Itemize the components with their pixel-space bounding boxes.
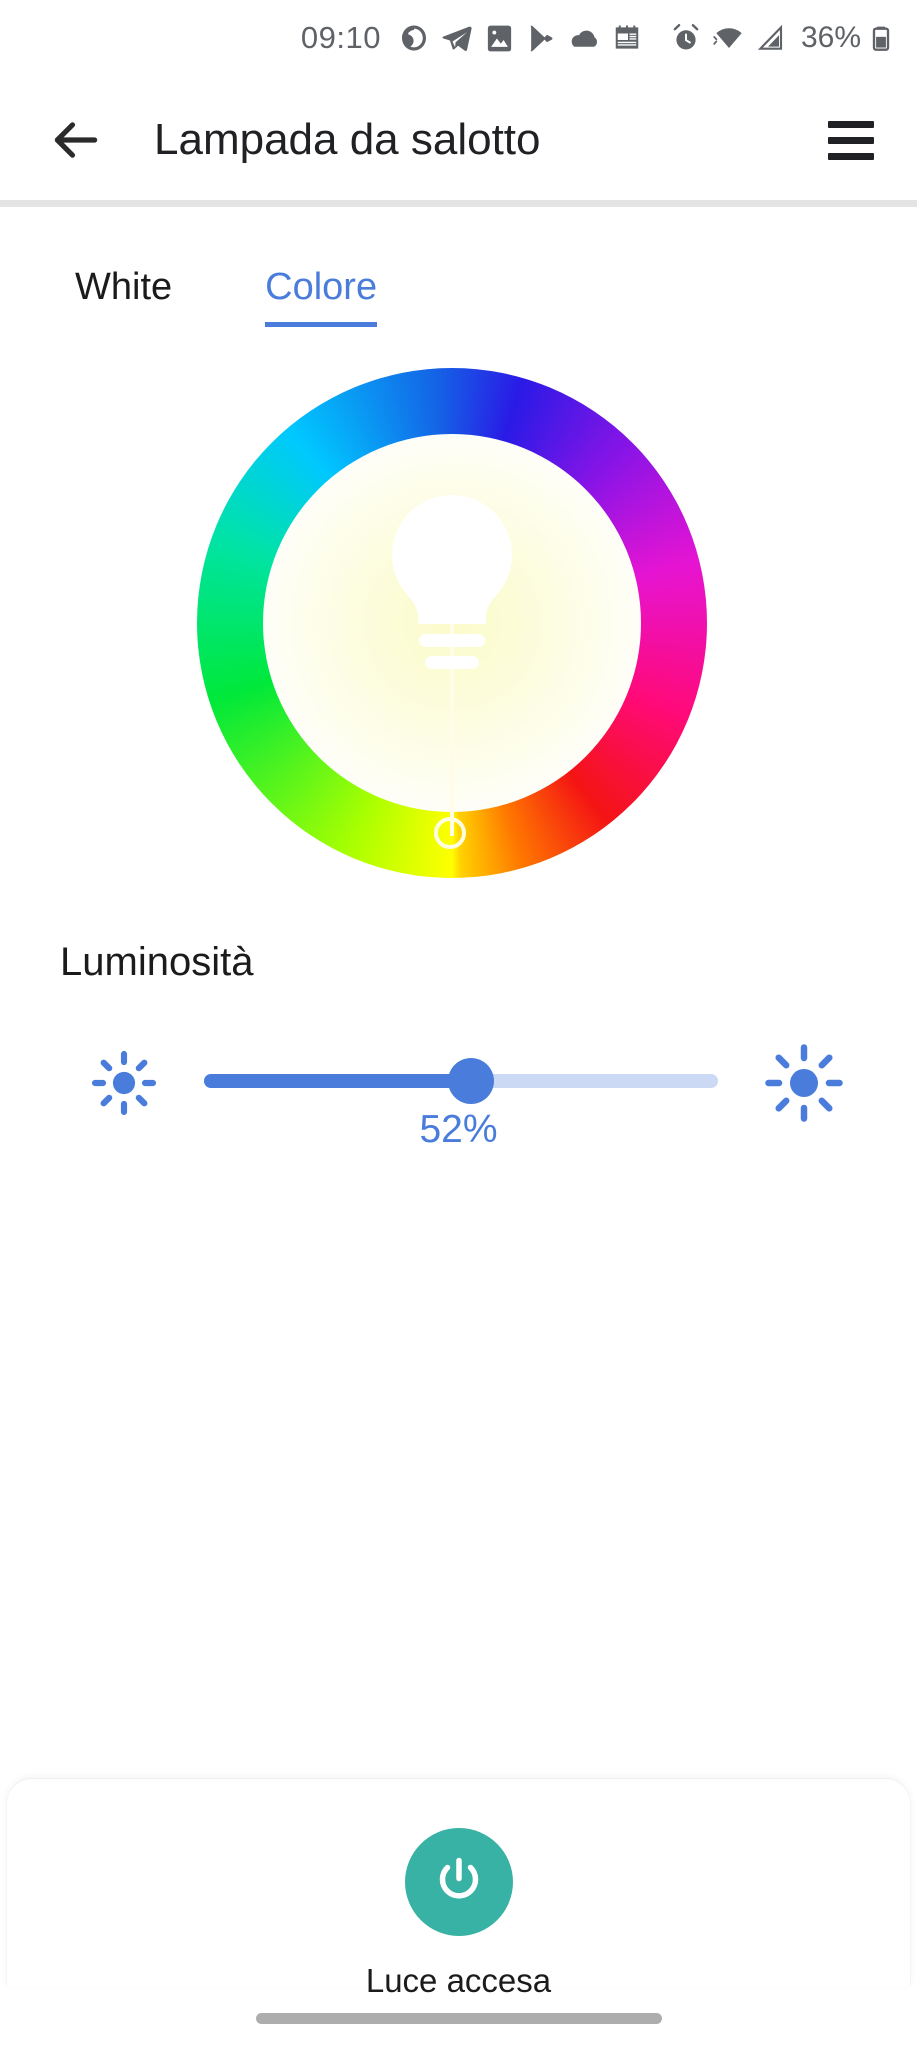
cellular-signal-icon [756, 23, 786, 53]
phone-screen: 09:10 36% Lampada da salotto White Color… [0, 0, 917, 2048]
appbar-divider [0, 200, 917, 207]
brightness-value-label: 52% [419, 1108, 498, 1151]
alarm-clock-icon [670, 22, 702, 54]
hamburger-bar [828, 152, 874, 160]
status-bar-clock: 09:10 [300, 20, 381, 55]
gesture-navigation-bar[interactable] [255, 2013, 662, 2024]
light-bulb-icon [392, 495, 512, 669]
battery-icon [867, 24, 895, 52]
color-wheel[interactable] [197, 368, 707, 878]
status-bar: 09:10 36% [0, 0, 917, 76]
play-store-icon [526, 23, 557, 54]
app-bar: Lampada da salotto [0, 76, 917, 204]
cloud-icon [568, 22, 601, 55]
power-toggle-button[interactable] [404, 1828, 513, 1936]
brightness-slider[interactable] [204, 1058, 718, 1104]
page-title: Lampada da salotto [154, 115, 541, 164]
tab-colore[interactable]: Colore [265, 262, 378, 327]
hamburger-bar [828, 136, 874, 144]
hamburger-menu-button[interactable] [815, 104, 887, 176]
tab-bar: White Colore [0, 262, 917, 338]
brightness-label: Luminosità [60, 940, 254, 984]
telegram-icon [441, 22, 473, 54]
loop-ring-icon [398, 22, 430, 54]
arrow-left-icon [54, 122, 98, 158]
tab-white[interactable]: White [75, 262, 172, 322]
power-state-label: Luce accesa [365, 1962, 552, 1999]
back-button[interactable] [28, 92, 124, 188]
wifi-icon [713, 22, 745, 54]
color-wheel-handle[interactable] [434, 817, 466, 849]
gallery-image-icon [484, 23, 515, 54]
hamburger-bar [828, 120, 874, 128]
battery-percent-label: 36% [800, 21, 861, 54]
news-calendar-icon [612, 23, 642, 53]
brightness-slider-fill [204, 1074, 472, 1088]
power-icon [439, 1857, 478, 1899]
brightness-slider-thumb[interactable] [448, 1058, 495, 1104]
